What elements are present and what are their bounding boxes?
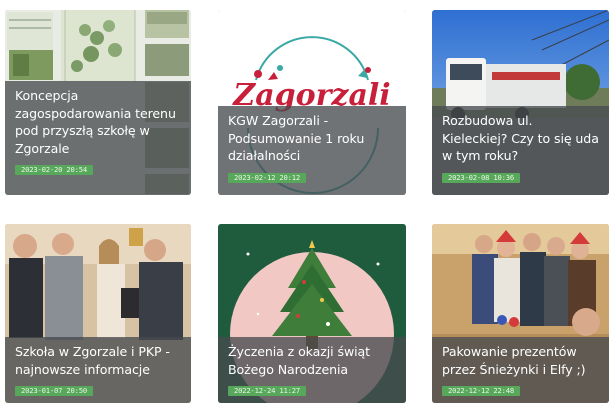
card-caption: Koncepcja zagospodarowania terenu pod pr…: [5, 81, 191, 195]
article-title[interactable]: KGW Zagorzali - Podsumowanie 1 roku dzia…: [228, 112, 396, 165]
article-title[interactable]: Pakowanie prezentów przez Śnieżynki i El…: [442, 343, 599, 378]
card-caption: Życzenia z okazji świąt Bożego Narodzeni…: [218, 337, 406, 403]
date-badge: 2023-02-12 20:12: [228, 172, 307, 183]
news-card[interactable]: Koncepcja zagospodarowania terenu pod pr…: [5, 10, 191, 195]
card-caption: Szkoła w Zgorzale i PKP - najnowsze info…: [5, 337, 191, 403]
news-card[interactable]: Rozbudowa ul. Kieleckiej? Czy to się uda…: [432, 10, 609, 195]
card-caption: KGW Zagorzali - Podsumowanie 1 roku dzia…: [218, 106, 406, 195]
date-badge: 2023-02-08 10:36: [442, 172, 521, 183]
card-caption: Pakowanie prezentów przez Śnieżynki i El…: [432, 337, 609, 403]
date-badge: 2023-02-20 20:54: [15, 165, 94, 175]
news-card[interactable]: Zagorzali KGW Zagorzali - Podsumowanie 1…: [218, 10, 406, 195]
news-card[interactable]: Szkoła w Zgorzale i PKP - najnowsze info…: [5, 224, 191, 403]
article-title[interactable]: Koncepcja zagospodarowania terenu pod pr…: [15, 87, 181, 157]
news-card[interactable]: Pakowanie prezentów przez Śnieżynki i El…: [432, 224, 609, 403]
news-grid: Koncepcja zagospodarowania terenu pod pr…: [0, 0, 609, 403]
article-title[interactable]: Życzenia z okazji świąt Bożego Narodzeni…: [228, 343, 396, 378]
date-badge: 2023-01-07 20:50: [15, 386, 94, 396]
news-card[interactable]: Życzenia z okazji świąt Bożego Narodzeni…: [218, 224, 406, 403]
date-badge: 2022-12-24 11:27: [228, 386, 307, 396]
article-title[interactable]: Rozbudowa ul. Kieleckiej? Czy to się uda…: [442, 112, 599, 165]
date-badge: 2022-12-12 22:48: [442, 386, 521, 396]
card-caption: Rozbudowa ul. Kieleckiej? Czy to się uda…: [432, 106, 609, 195]
article-title[interactable]: Szkoła w Zgorzale i PKP - najnowsze info…: [15, 343, 181, 378]
